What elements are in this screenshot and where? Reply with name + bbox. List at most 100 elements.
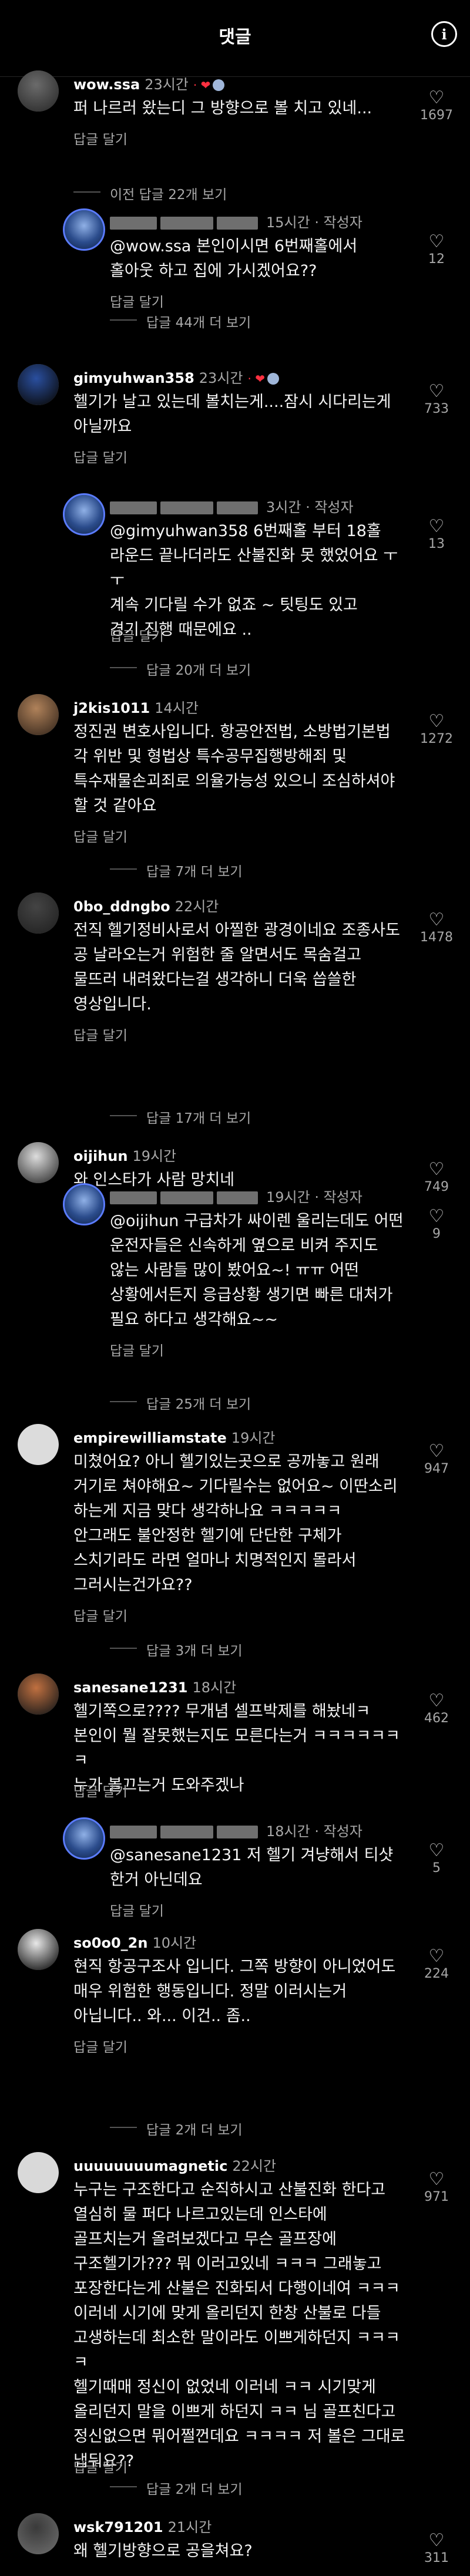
view-more-replies-button[interactable]: 답글 20개 더 보기 bbox=[146, 659, 251, 679]
avatar[interactable] bbox=[18, 694, 59, 735]
creator-mini-avatar bbox=[267, 373, 279, 385]
comment-meta: oijihun 19시간 bbox=[73, 1144, 176, 1165]
view-more-replies-button[interactable]: 답글 25개 더 보기 bbox=[146, 1393, 251, 1413]
reply-button[interactable]: 답글 달기 bbox=[73, 446, 127, 466]
reply-button[interactable]: 답글 달기 bbox=[110, 291, 164, 311]
avatar[interactable] bbox=[18, 70, 59, 112]
view-more-replies-button[interactable]: 답글 2개 더 보기 bbox=[146, 2119, 243, 2139]
like-button[interactable]: ♡ 733 bbox=[416, 382, 457, 417]
view-more-replies-button[interactable]: 답글 17개 더 보기 bbox=[146, 1107, 251, 1127]
comment-meta: 3시간 · 작성자 bbox=[110, 496, 354, 516]
heart-icon[interactable]: ♡ bbox=[416, 1442, 457, 1462]
comment-meta: 19시간 · 작성자 bbox=[110, 1186, 362, 1206]
like-button[interactable]: ♡ 5 bbox=[416, 1841, 457, 1876]
comment-username[interactable]: empirewilliamstate bbox=[73, 1430, 227, 1446]
view-more-replies-button[interactable]: 답글 3개 더 보기 bbox=[146, 1639, 243, 1659]
redacted-username bbox=[217, 501, 258, 514]
comment-time: 23시간 bbox=[145, 76, 189, 93]
reply-button[interactable]: 답글 달기 bbox=[73, 2456, 127, 2476]
reply-button[interactable]: 답글 달기 bbox=[73, 826, 127, 846]
reply-button[interactable]: 답글 달기 bbox=[110, 1339, 164, 1359]
comment-time: 19시간 bbox=[266, 1189, 310, 1205]
avatar[interactable] bbox=[63, 1817, 105, 1860]
heart-icon[interactable]: ♡ bbox=[416, 1841, 457, 1861]
heart-icon[interactable]: ♡ bbox=[416, 382, 457, 402]
avatar[interactable] bbox=[18, 364, 59, 405]
avatar[interactable] bbox=[18, 1673, 59, 1715]
heart-icon[interactable]: ♡ bbox=[416, 517, 457, 537]
comment-text: @sanesane1231 저 헬기 겨냥해서 티샷 한거 아닌데요 bbox=[110, 1846, 394, 1889]
heart-icon[interactable]: ♡ bbox=[416, 910, 457, 930]
redacted-username bbox=[110, 501, 157, 514]
like-button[interactable]: ♡ 311 bbox=[416, 2531, 457, 2566]
heart-icon[interactable]: ♡ bbox=[416, 1207, 457, 1227]
like-button[interactable]: ♡ 224 bbox=[416, 1947, 457, 1982]
heart-icon[interactable]: ♡ bbox=[416, 1691, 457, 1711]
comment-text: 헬기가 날고 있는데 볼치는게....잠시 시다리는게 아닐까요 bbox=[73, 393, 391, 436]
creator-mini-avatar bbox=[213, 79, 225, 91]
heart-icon[interactable]: ♡ bbox=[416, 1160, 457, 1180]
like-button[interactable]: ♡ 749 bbox=[416, 1160, 457, 1195]
reply-button[interactable]: 답글 달기 bbox=[73, 1605, 127, 1625]
reply-button[interactable]: 답글 달기 bbox=[73, 1780, 127, 1800]
avatar[interactable] bbox=[18, 893, 59, 934]
reply-button[interactable]: 답글 달기 bbox=[73, 2036, 127, 2056]
like-button[interactable]: ♡ 1478 bbox=[416, 910, 457, 945]
heart-icon[interactable]: ♡ bbox=[416, 232, 457, 252]
author-tag: 작성자 bbox=[323, 214, 362, 231]
comment-meta: so0o0_2n 10시간 bbox=[73, 1931, 196, 1952]
like-count: 1697 bbox=[420, 108, 453, 123]
comment-username[interactable]: wsk791201 bbox=[73, 2519, 163, 2535]
avatar[interactable] bbox=[18, 2513, 59, 2554]
like-button[interactable]: ♡ 1272 bbox=[416, 712, 457, 747]
like-button[interactable]: ♡ 947 bbox=[416, 1442, 457, 1477]
avatar[interactable] bbox=[18, 2152, 59, 2193]
avatar[interactable] bbox=[63, 493, 105, 536]
comment-username[interactable]: uuuuuuuumagnetic bbox=[73, 2158, 227, 2174]
comment-username[interactable]: sanesane1231 bbox=[73, 1679, 187, 1696]
info-icon[interactable]: i bbox=[431, 21, 457, 47]
comment-time: 15시간 bbox=[266, 214, 310, 231]
like-button[interactable]: ♡ 13 bbox=[416, 517, 457, 552]
like-button[interactable]: ♡ 971 bbox=[416, 2170, 457, 2205]
heart-icon[interactable]: ♡ bbox=[416, 2531, 457, 2551]
view-more-replies-button[interactable]: 이전 답글 22개 보기 bbox=[110, 183, 227, 203]
reply-button[interactable]: 답글 달기 bbox=[110, 1900, 164, 1920]
creator-liked-heart-icon: · ❤ bbox=[247, 372, 265, 386]
like-count: 311 bbox=[424, 2551, 449, 2565]
like-button[interactable]: ♡ 9 bbox=[416, 1207, 457, 1242]
heart-icon[interactable]: ♡ bbox=[416, 1947, 457, 1966]
heart-icon[interactable]: ♡ bbox=[416, 712, 457, 732]
comment-username[interactable]: wow.ssa bbox=[73, 76, 140, 93]
view-more-replies-button[interactable]: 답글 7개 더 보기 bbox=[146, 860, 243, 880]
avatar-image bbox=[18, 70, 59, 112]
avatar[interactable] bbox=[18, 1929, 59, 1970]
comment-text: 정진권 변호사입니다. 항공안전법, 소방법기본법 각 위반 및 형법상 특수공… bbox=[73, 723, 395, 815]
redacted-username bbox=[217, 217, 258, 230]
comment-text: 퍼 나르러 왔는디 그 방향으로 볼 치고 있네... bbox=[73, 99, 372, 117]
comment-username[interactable]: j2kis1011 bbox=[73, 700, 150, 716]
comment-time: 18시간 bbox=[192, 1679, 237, 1696]
comment-username[interactable]: oijihun bbox=[73, 1148, 127, 1164]
view-more-replies-button[interactable]: 답글 44개 더 보기 bbox=[146, 311, 251, 331]
avatar[interactable] bbox=[18, 1142, 59, 1183]
reply-button[interactable]: 답글 달기 bbox=[73, 128, 127, 148]
view-more-replies-button[interactable]: 답글 2개 더 보기 bbox=[146, 2478, 243, 2498]
like-button[interactable]: ♡ 462 bbox=[416, 1691, 457, 1726]
comment-username[interactable]: gimyuhwan358 bbox=[73, 370, 194, 386]
thread-line bbox=[110, 2127, 137, 2128]
comment-username[interactable]: so0o0_2n bbox=[73, 1935, 147, 1951]
reply-button[interactable]: 답글 달기 bbox=[73, 1024, 127, 1044]
like-button[interactable]: ♡ 1697 bbox=[416, 88, 457, 123]
heart-icon[interactable]: ♡ bbox=[416, 88, 457, 108]
avatar-image bbox=[18, 364, 59, 405]
comment-meta: j2kis1011 14시간 bbox=[73, 696, 199, 717]
avatar[interactable] bbox=[18, 1424, 59, 1465]
avatar[interactable] bbox=[63, 208, 105, 251]
comment-username[interactable]: 0bo_ddngbo bbox=[73, 898, 170, 915]
reply-button[interactable]: 답글 달기 bbox=[110, 625, 164, 645]
comment-meta: 18시간 · 작성자 bbox=[110, 1820, 362, 1840]
like-button[interactable]: ♡ 12 bbox=[416, 232, 457, 267]
heart-icon[interactable]: ♡ bbox=[416, 2170, 457, 2190]
avatar[interactable] bbox=[63, 1183, 105, 1225]
